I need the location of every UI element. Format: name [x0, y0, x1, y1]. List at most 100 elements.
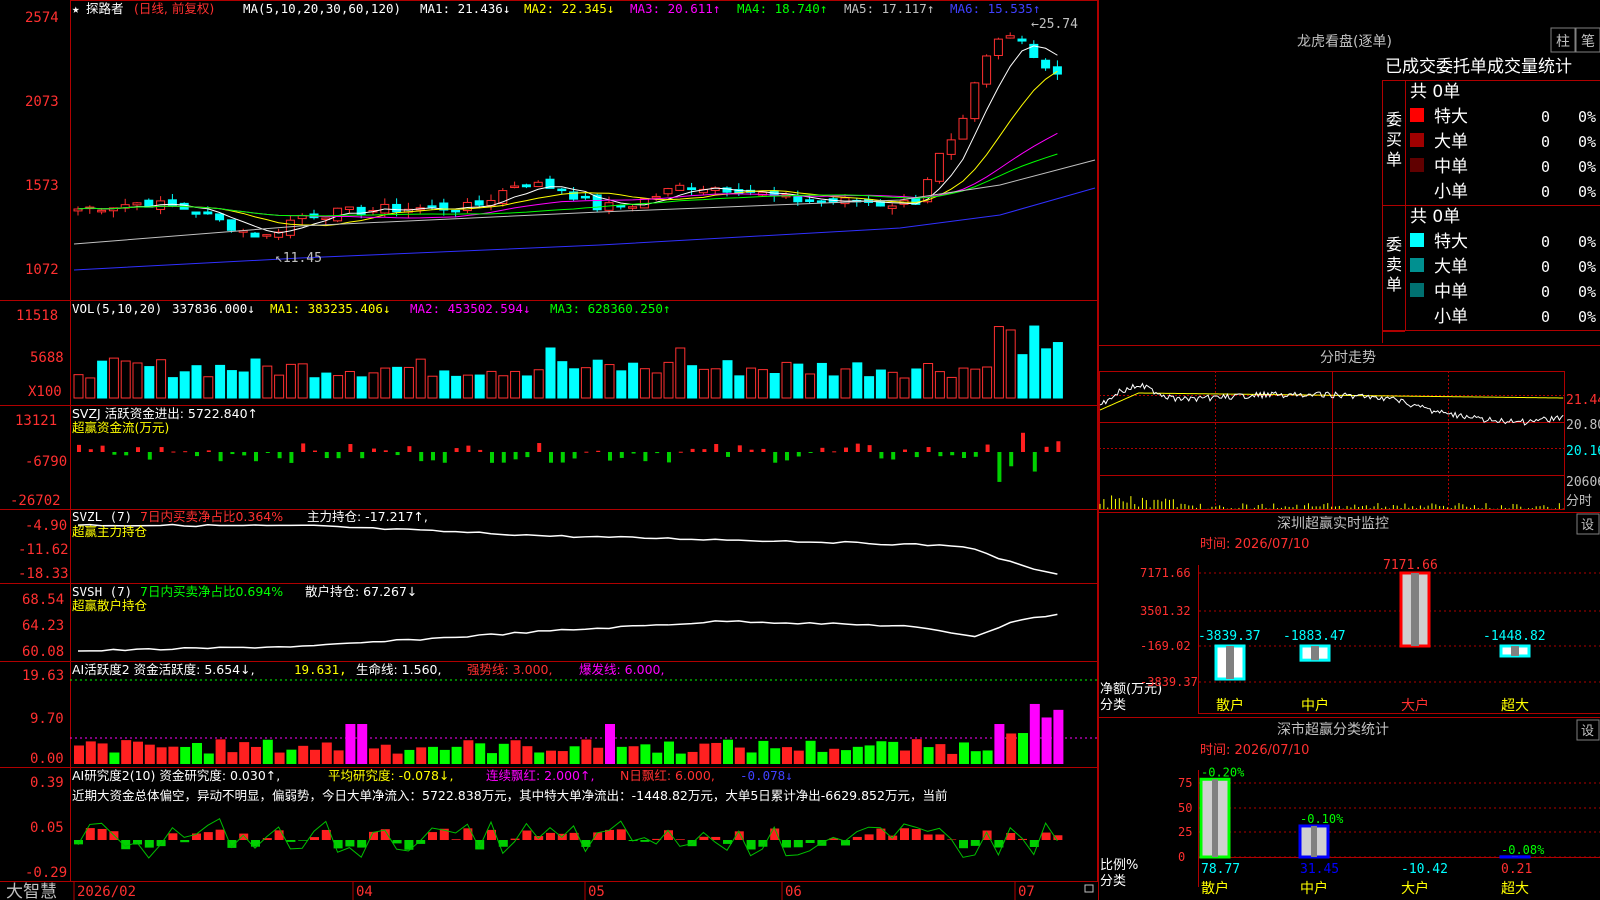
tab-volume[interactable]: 成交量	[1487, 57, 1538, 77]
volume-bar	[852, 362, 863, 399]
research-bar	[616, 829, 626, 840]
monitor-y-tick: -169.02	[1140, 639, 1191, 653]
svsh-panel[interactable]	[77, 613, 1058, 652]
monitor-value-label: -3839.37	[1198, 629, 1261, 644]
ai-active-panel[interactable]	[70, 679, 1098, 764]
fund-flow-bar	[254, 452, 258, 462]
tab-orders[interactable]: 委托单	[1436, 57, 1487, 77]
volume-bar	[651, 372, 662, 399]
class-y-tick: 50	[1178, 801, 1192, 815]
sz-monitor-title: 深圳超赢实时监控	[1277, 515, 1389, 532]
fund-flow-bar	[820, 447, 825, 452]
class-bar-shade	[1311, 825, 1317, 857]
volume-bar	[274, 374, 285, 399]
candle-body	[651, 195, 661, 199]
volume-bar	[356, 376, 367, 399]
lhb-row-name: 中单	[1434, 282, 1468, 302]
class-value-label: 0.21	[1501, 862, 1532, 877]
tab-filled[interactable]: 已成交	[1385, 57, 1436, 77]
activity-bar	[699, 743, 710, 764]
class-top-label: -0.08%	[1501, 843, 1545, 857]
candle-body	[262, 234, 272, 237]
activity-bar	[947, 753, 958, 764]
fund-flow-bar	[88, 449, 93, 452]
class-y-tick: 0	[1178, 850, 1185, 864]
active-header-a: AI活跃度2 资金活跃度: 5.654↓,	[72, 662, 255, 677]
monitor-category-label: 散户	[1216, 697, 1244, 714]
fund-flow-bar	[360, 452, 365, 459]
vol-header: VOL(5,10,20)	[72, 301, 162, 316]
research-bar	[758, 840, 768, 847]
intraday-vol-unit: 分时	[1566, 494, 1592, 509]
activity-bar	[168, 746, 179, 764]
fund-flow-bar	[466, 445, 471, 452]
class-category-label: 中户	[1300, 880, 1328, 897]
activity-bar	[345, 724, 356, 764]
research-tick: 0.05	[30, 820, 64, 836]
fund-flow-bar	[667, 452, 671, 463]
svzl-panel[interactable]	[77, 523, 1058, 575]
monitor-bar-shade	[1226, 646, 1234, 679]
lhb-row-name: 特大	[1434, 107, 1468, 127]
fund-flow-bar	[879, 452, 884, 459]
activity-bar	[900, 750, 910, 764]
activity-bar	[357, 724, 368, 764]
class-value-label: -10.42	[1401, 862, 1448, 877]
fund-flow-bar	[100, 445, 105, 452]
right-panel: 龙虎看盘(逐单) 柱 笔 已成交 委托单 成交量 统计 委 买 单 委 卖 单 …	[1098, 0, 1600, 900]
ai-research-panel[interactable]	[74, 817, 1063, 859]
activity-bar	[1018, 733, 1028, 764]
fund-flow-bar	[195, 452, 199, 457]
research-bar	[121, 840, 131, 850]
sz-class-settings-label: 设	[1581, 724, 1594, 739]
research-bar	[168, 833, 178, 840]
x-label: 07	[1018, 884, 1035, 900]
activity-bar	[215, 739, 226, 764]
volume-bar	[344, 370, 355, 399]
x-label: 04	[356, 884, 373, 900]
monitor-value-label: -1448.82	[1483, 629, 1546, 644]
monitor-value-label: -1883.47	[1283, 629, 1346, 644]
activity-bar	[522, 746, 533, 764]
volume-bar	[333, 375, 344, 399]
candle-body	[887, 205, 897, 209]
ma-line	[77, 70, 1058, 227]
svzl-tick: -11.62	[18, 542, 69, 558]
volume-bar	[498, 375, 509, 399]
volume-panel[interactable]	[73, 325, 1063, 399]
svzl-sub: 超赢主力持仓	[72, 524, 148, 539]
monitor-y-tick: 3501.32	[1140, 604, 1191, 618]
price-tick: 2073	[25, 94, 59, 110]
activity-bar	[805, 740, 816, 764]
svzj-panel[interactable]	[77, 432, 1061, 482]
activity-bar	[959, 742, 969, 764]
volume-bar	[663, 361, 674, 399]
candle-body	[557, 188, 567, 192]
lhb-row-name: 小单	[1434, 307, 1468, 327]
volume-bar	[828, 375, 839, 399]
fund-flow-bar	[265, 452, 270, 453]
fund-flow-bar	[608, 452, 612, 461]
svzl-tick: -18.33	[18, 566, 69, 582]
research-bar	[900, 828, 909, 840]
tab-stats[interactable]: 统计	[1538, 57, 1572, 77]
activity-bar	[616, 746, 627, 764]
research-bar	[286, 840, 296, 842]
svsh-header-c: 散户持仓: 67.267↓	[305, 584, 417, 599]
lhb-legend-swatch	[1410, 283, 1424, 297]
activity-bar	[970, 751, 981, 764]
volume-bar	[238, 371, 249, 399]
research-header-c: 连续飘红: 2.000↑,	[486, 768, 594, 783]
vol-ma2: MA2: 453502.594↓	[410, 301, 530, 316]
fund-flow-bar	[678, 451, 683, 453]
sell-label-2: 卖	[1386, 255, 1402, 274]
svsh-tick: 64.23	[22, 618, 64, 634]
activity-bar	[487, 753, 497, 764]
candle-body	[793, 196, 803, 203]
x-axis: 大智慧 2026/02 04 05 06 07	[6, 882, 1094, 900]
intraday-vol-label: 206060	[1566, 475, 1600, 490]
intraday-price-high: 21.44	[1566, 393, 1600, 408]
research-bar	[144, 840, 154, 848]
research-bar	[546, 832, 555, 840]
kline-panel[interactable]: ←25.74 ↖11.45	[73, 17, 1096, 271]
